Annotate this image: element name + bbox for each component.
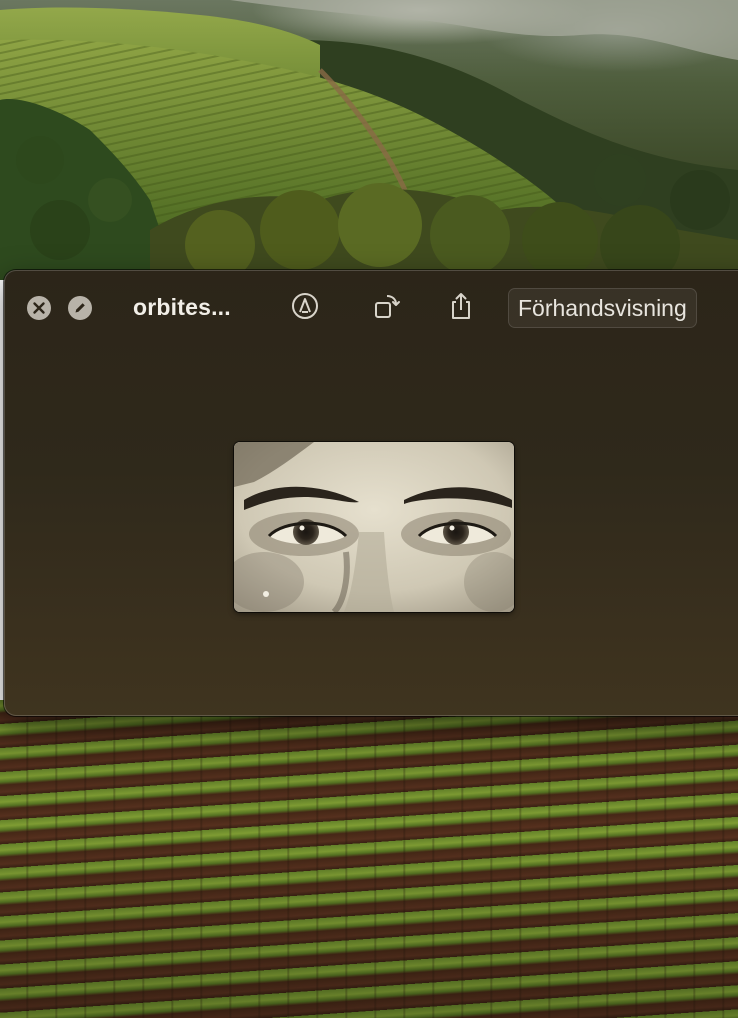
rotate-button[interactable] [370,292,402,324]
rotate-icon [371,291,401,326]
quick-look-window[interactable]: orbites... Förhandsvisning [4,270,738,716]
markup-icon [290,291,320,326]
wallpaper-vineyard [0,700,738,1018]
pencil-icon [68,296,92,320]
photo-eyes-closeup [234,442,514,612]
open-with-preview-button[interactable]: Förhandsvisning [508,288,697,328]
share-icon [446,291,476,326]
wallpaper-hills [0,0,738,280]
close-button[interactable] [27,296,51,320]
toolbar: orbites... Förhandsvisning [4,270,738,344]
desktop: orbites... Förhandsvisning [0,0,738,1018]
close-icon [27,296,51,320]
share-button[interactable] [445,292,477,324]
markup-button[interactable] [289,292,321,324]
file-title: orbites... [133,294,231,320]
image-preview [234,442,514,612]
wallpaper-hills-drawing [0,0,738,280]
edit-button[interactable] [68,296,92,320]
